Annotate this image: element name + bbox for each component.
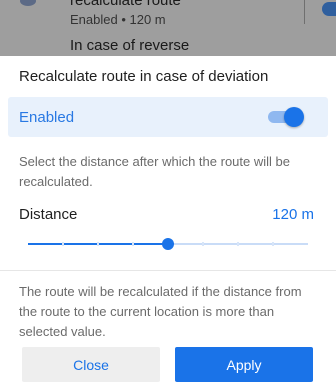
distance-description: Select the distance after which the rout… xyxy=(19,154,290,189)
distance-label: Distance xyxy=(19,206,78,223)
slider-tick xyxy=(202,242,204,246)
background-list-item: recalculate route Enabled • 120 m In cas… xyxy=(0,0,336,56)
slider-tick xyxy=(97,242,99,246)
route-icon xyxy=(20,0,36,6)
background-next-item-title: In case of reverse xyxy=(70,37,190,54)
bottom-sheet-dialog: Recalculate route in case of deviation E… xyxy=(0,56,336,390)
background-toggle xyxy=(322,2,336,16)
background-item-subtitle: Enabled • 120 m xyxy=(70,12,166,27)
apply-button[interactable]: Apply xyxy=(175,347,313,382)
slider-tick xyxy=(132,242,134,246)
close-button[interactable]: Close xyxy=(22,347,160,382)
background-divider xyxy=(304,0,305,24)
slider-tick xyxy=(237,242,239,246)
slider-thumb[interactable] xyxy=(162,238,174,250)
toggle-switch-icon[interactable] xyxy=(268,107,304,127)
switch-thumb xyxy=(284,107,304,127)
distance-slider[interactable] xyxy=(28,232,308,256)
background-item-title: recalculate route xyxy=(70,0,181,9)
distance-value: 120 m xyxy=(272,206,314,223)
recalculation-note: The route will be recalculated if the di… xyxy=(19,284,302,339)
section-divider xyxy=(0,270,336,271)
enabled-label: Enabled xyxy=(19,109,75,126)
enabled-toggle-row[interactable]: Enabled xyxy=(8,97,328,137)
dialog-title: Recalculate route in case of deviation xyxy=(19,68,269,85)
slider-tick xyxy=(62,242,64,246)
slider-tick xyxy=(272,242,274,246)
